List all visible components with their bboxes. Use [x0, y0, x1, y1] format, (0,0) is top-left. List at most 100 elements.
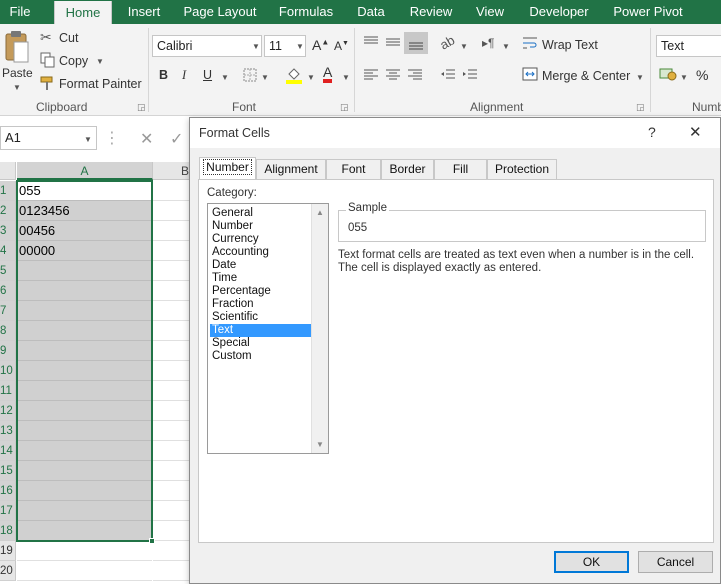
borders-dropdown-icon[interactable]: ▼ [261, 73, 269, 82]
ok-button[interactable]: OK [554, 551, 629, 573]
table-cell[interactable] [153, 241, 193, 261]
list-item[interactable]: Accounting [210, 246, 312, 259]
tab-insert[interactable]: Insert [122, 0, 166, 24]
row-header[interactable]: 11 [0, 381, 16, 401]
wrap-text-button[interactable]: Wrap Text [542, 38, 598, 52]
table-cell[interactable] [17, 281, 152, 301]
list-item[interactable]: Special [210, 337, 312, 350]
name-box[interactable]: A1 [0, 126, 97, 150]
cancel-button[interactable]: Cancel [638, 551, 713, 573]
row-header[interactable]: 3 [0, 221, 16, 241]
row-header[interactable]: 2 [0, 201, 16, 221]
right-align-icon[interactable] [407, 69, 423, 81]
row-header[interactable]: 15 [0, 461, 16, 481]
confirm-entry-icon[interactable]: ✓ [170, 129, 183, 149]
list-item-selected[interactable]: Text [210, 324, 312, 337]
orientation-icon[interactable]: ab [437, 32, 457, 52]
underline-dropdown-icon[interactable]: ▼ [221, 73, 229, 82]
row-header[interactable]: 13 [0, 421, 16, 441]
row-header[interactable]: 20 [0, 561, 16, 581]
table-cell[interactable] [17, 481, 152, 501]
underline-button[interactable]: U [203, 68, 212, 82]
table-cell[interactable] [153, 541, 193, 561]
font-launcher-icon[interactable]: ◲ [340, 102, 349, 113]
copy-dropdown-icon[interactable]: ▼ [96, 57, 104, 66]
fill-color-dropdown-icon[interactable]: ▼ [307, 73, 315, 82]
table-cell[interactable] [153, 321, 193, 341]
table-cell[interactable] [17, 561, 152, 581]
list-item[interactable]: Number [210, 220, 312, 233]
table-cell[interactable] [153, 501, 193, 521]
list-item[interactable]: Currency [210, 233, 312, 246]
tab-power-pivot[interactable]: Power Pivot [608, 0, 688, 24]
copy-button[interactable]: Copy [59, 54, 88, 68]
dialog-tab-alignment[interactable]: Alignment [256, 159, 326, 179]
table-cell[interactable] [153, 261, 193, 281]
font-color-button[interactable]: A [323, 65, 333, 83]
column-header-b[interactable]: B [153, 162, 193, 180]
row-header[interactable]: 4 [0, 241, 16, 261]
table-cell[interactable] [153, 281, 193, 301]
table-cell[interactable] [17, 421, 152, 441]
fill-handle[interactable] [149, 538, 155, 544]
table-cell[interactable] [153, 361, 193, 381]
percent-style-button[interactable]: % [696, 67, 708, 83]
list-item[interactable]: Time [210, 272, 312, 285]
direction-dropdown-icon[interactable]: ▼ [502, 42, 510, 51]
list-item[interactable]: Fraction [210, 298, 312, 311]
increase-font-size-icon[interactable]: A▲ [312, 37, 329, 53]
dialog-tab-font[interactable]: Font [326, 159, 381, 179]
table-cell[interactable] [153, 341, 193, 361]
font-color-dropdown-icon[interactable]: ▼ [342, 73, 350, 82]
list-item[interactable]: Percentage [210, 285, 312, 298]
cut-button[interactable]: Cut [59, 31, 78, 45]
table-cell[interactable] [153, 481, 193, 501]
row-header[interactable]: 1 [0, 181, 16, 201]
accounting-format-icon[interactable] [659, 67, 677, 81]
center-align-icon[interactable] [385, 69, 401, 81]
column-header-a[interactable]: A [17, 162, 153, 180]
table-cell[interactable] [153, 441, 193, 461]
decrease-font-size-icon[interactable]: A▼ [334, 39, 349, 53]
top-align-icon[interactable] [363, 36, 379, 48]
list-item[interactable]: Date [210, 259, 312, 272]
middle-align-icon[interactable] [385, 36, 401, 48]
scroll-up-icon[interactable]: ▲ [316, 208, 324, 217]
font-name-dropdown-icon[interactable]: ▼ [252, 42, 260, 51]
row-header[interactable]: 6 [0, 281, 16, 301]
table-cell[interactable] [17, 401, 152, 421]
category-list[interactable]: General Number Currency Accounting Date … [207, 203, 329, 454]
select-all-corner[interactable] [0, 162, 16, 180]
row-header[interactable]: 19 [0, 541, 16, 561]
table-cell[interactable] [17, 501, 152, 521]
row-header[interactable]: 16 [0, 481, 16, 501]
merge-dropdown-icon[interactable]: ▼ [636, 73, 644, 82]
orientation-dropdown-icon[interactable]: ▼ [460, 42, 468, 51]
tab-home[interactable]: Home [54, 1, 112, 24]
row-header[interactable]: 18 [0, 521, 16, 541]
tab-data[interactable]: Data [350, 0, 392, 24]
cut-icon[interactable]: ✂ [40, 29, 52, 46]
table-cell[interactable] [153, 461, 193, 481]
alignment-launcher-icon[interactable]: ◲ [636, 102, 645, 113]
font-name-input[interactable]: Calibri [152, 35, 262, 57]
row-header[interactable]: 8 [0, 321, 16, 341]
dialog-tab-number[interactable]: Number [199, 157, 256, 180]
italic-button[interactable]: I [182, 68, 186, 83]
merge-center-button[interactable]: Merge & Center [542, 69, 630, 83]
table-cell[interactable] [17, 261, 152, 281]
wrap-text-icon[interactable] [522, 35, 538, 51]
table-cell[interactable] [153, 401, 193, 421]
font-size-dropdown-icon[interactable]: ▼ [296, 42, 304, 51]
increase-indent-icon[interactable] [462, 69, 478, 81]
dialog-tab-fill[interactable]: Fill [434, 159, 487, 179]
decrease-indent-icon[interactable] [440, 69, 456, 81]
cell-a2[interactable]: 0123456 [17, 201, 152, 221]
fill-color-icon[interactable] [285, 66, 303, 84]
format-painter-button[interactable]: Format Painter [59, 77, 142, 91]
tab-review[interactable]: Review [404, 0, 458, 24]
category-scrollbar[interactable]: ▲ ▼ [311, 204, 328, 453]
paste-button[interactable]: Paste ▼ [0, 28, 34, 94]
table-cell[interactable] [153, 521, 193, 541]
cancel-entry-icon[interactable]: ✕ [140, 129, 153, 149]
